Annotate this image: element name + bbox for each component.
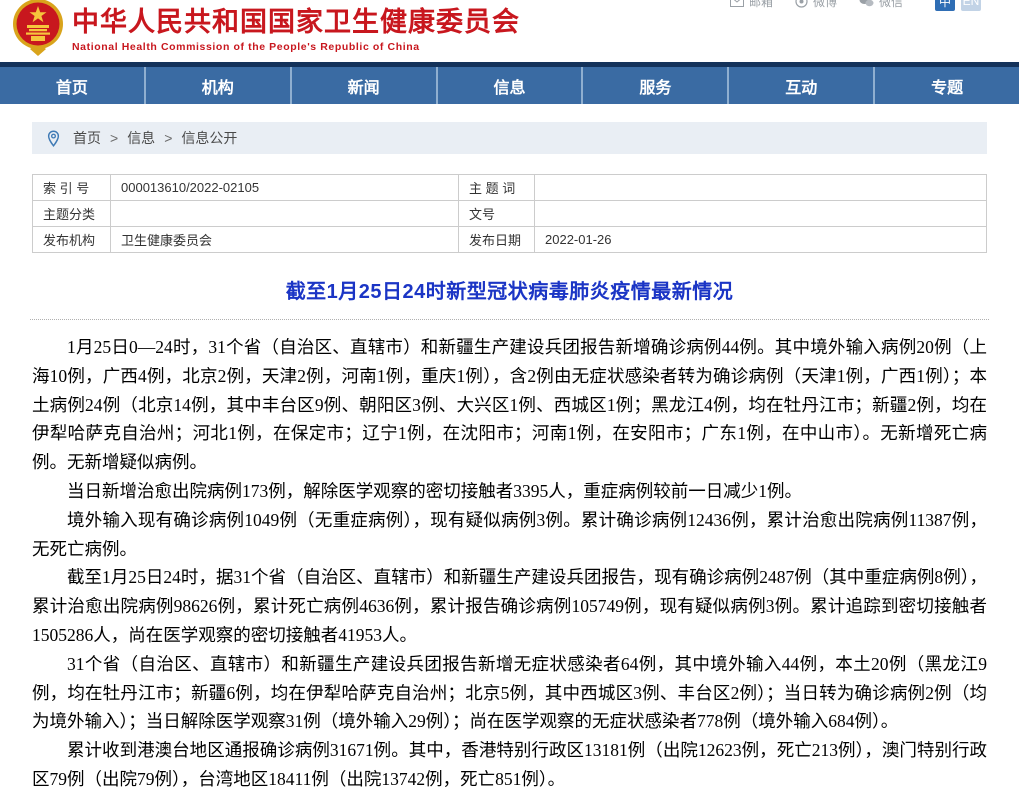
table-row: 索 引 号 000013610/2022-02105 主 题 词 — [33, 175, 987, 201]
meta-value-index-number: 000013610/2022-02105 — [111, 175, 459, 201]
location-pin-icon — [46, 130, 61, 147]
meta-value-publish-date: 2022-01-26 — [535, 227, 987, 253]
table-row: 主题分类 文号 — [33, 201, 987, 227]
nav-item-interaction[interactable]: 互动 — [729, 67, 875, 104]
meta-label-subject-category: 主题分类 — [33, 201, 111, 227]
table-row: 发布机构 卫生健康委员会 发布日期 2022-01-26 — [33, 227, 987, 253]
site-subtitle: National Health Commission of the People… — [72, 41, 520, 53]
nav-item-information[interactable]: 信息 — [438, 67, 584, 104]
article-body: 1月25日0—24时，31个省（自治区、直辖市）和新疆生产建设兵团报告新增确诊病… — [32, 333, 987, 794]
mail-icon — [730, 0, 744, 7]
article-paragraph: 境外输入现有确诊病例1049例（无重症病例），现有疑似病例3例。累计确诊病例12… — [32, 506, 987, 564]
mail-link-label: 邮箱 — [749, 0, 773, 10]
article-paragraph: 31个省（自治区、直辖市）和新疆生产建设兵团报告新增无症状感染者64例，其中境外… — [32, 650, 987, 736]
site-title: 中华人民共和国国家卫生健康委员会 — [72, 7, 520, 38]
weibo-link[interactable]: 微博 — [795, 0, 837, 10]
breadcrumb-information[interactable]: 信息 — [127, 128, 155, 148]
mail-link[interactable]: 邮箱 — [730, 0, 773, 10]
site-header: 中华人民共和国国家卫生健康委员会 National Health Commiss… — [0, 0, 1019, 62]
article-paragraph: 1月25日0—24时，31个省（自治区、直辖市）和新疆生产建设兵团报告新增确诊病… — [32, 333, 987, 477]
language-switch: 中 EN — [935, 0, 981, 11]
weibo-link-label: 微博 — [813, 0, 837, 10]
lang-en-button[interactable]: EN — [961, 0, 981, 11]
page-title: 截至1月25日24时新型冠状病毒肺炎疫情最新情况 — [0, 275, 1019, 304]
wechat-icon — [859, 0, 874, 7]
meta-label-subject-words: 主 题 词 — [459, 175, 535, 201]
site-brand: 中华人民共和国国家卫生健康委员会 National Health Commiss… — [12, 0, 520, 56]
breadcrumb: 首页 > 信息 > 信息公开 — [46, 128, 237, 148]
meta-value-doc-number — [535, 201, 987, 227]
meta-label-issuing-agency: 发布机构 — [33, 227, 111, 253]
wechat-link[interactable]: 微信 — [859, 0, 903, 10]
article-paragraph: 累计收到港澳台地区通报确诊病例31671例。其中，香港特别行政区13181例（出… — [32, 736, 987, 794]
main-nav: 首页 机构 新闻 信息 服务 互动 专题 — [0, 67, 1019, 104]
meta-value-subject-words — [535, 175, 987, 201]
header-quick-links: 邮箱 微博 微信 中 EN — [730, 0, 981, 11]
breadcrumb-separator: > — [164, 130, 172, 146]
nav-item-news[interactable]: 新闻 — [292, 67, 438, 104]
article-paragraph: 截至1月25日24时，据31个省（自治区、直辖市）和新疆生产建设兵团报告，现有确… — [32, 563, 987, 649]
meta-label-doc-number: 文号 — [459, 201, 535, 227]
nav-item-home[interactable]: 首页 — [0, 67, 146, 104]
wechat-link-label: 微信 — [879, 0, 903, 10]
breadcrumb-separator: > — [110, 130, 118, 146]
lang-zh-button[interactable]: 中 — [935, 0, 955, 11]
breadcrumb-home[interactable]: 首页 — [73, 128, 101, 148]
breadcrumb-bar: 首页 > 信息 > 信息公开 — [32, 122, 987, 154]
meta-value-subject-category — [111, 201, 459, 227]
document-meta-table: 索 引 号 000013610/2022-02105 主 题 词 主题分类 文号… — [32, 174, 987, 253]
nav-item-organization[interactable]: 机构 — [146, 67, 292, 104]
nav-item-topics[interactable]: 专题 — [875, 67, 1019, 104]
nav-item-services[interactable]: 服务 — [583, 67, 729, 104]
meta-label-publish-date: 发布日期 — [459, 227, 535, 253]
weibo-icon — [795, 0, 808, 8]
breadcrumb-info-disclosure[interactable]: 信息公开 — [181, 128, 237, 148]
national-emblem-logo — [12, 0, 64, 56]
meta-value-issuing-agency: 卫生健康委员会 — [111, 227, 459, 253]
dotted-divider — [30, 319, 989, 320]
article-paragraph: 当日新增治愈出院病例173例，解除医学观察的密切接触者3395人，重症病例较前一… — [32, 477, 987, 506]
meta-label-index-number: 索 引 号 — [33, 175, 111, 201]
